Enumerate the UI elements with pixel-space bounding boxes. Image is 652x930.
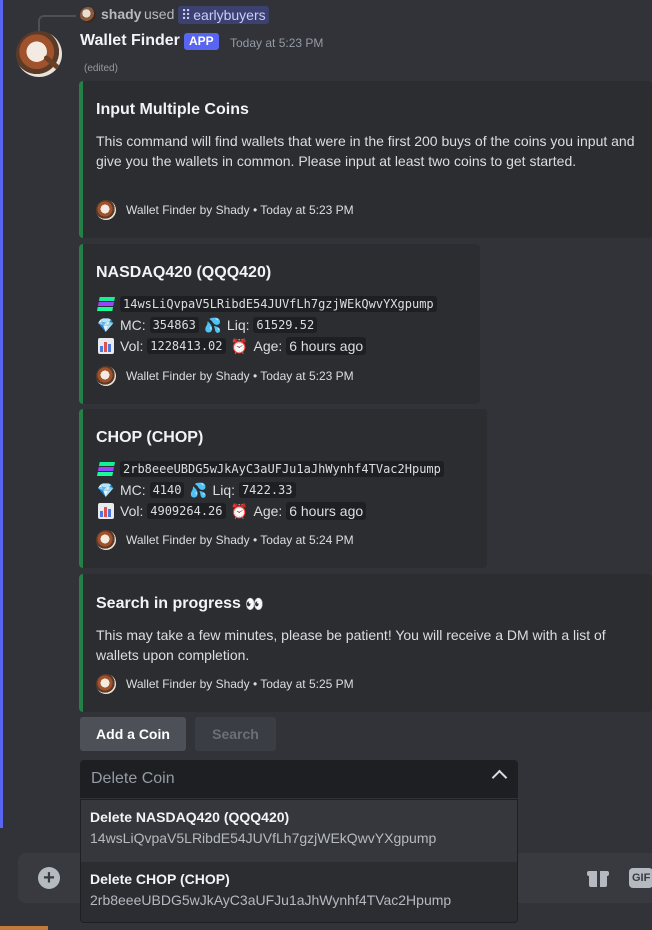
embed-intro: Input Multiple Coins This command will f… bbox=[79, 81, 652, 238]
age-value: 6 hours ago bbox=[286, 337, 367, 355]
gem-icon: 💎 bbox=[97, 316, 115, 333]
mc-value: 354863 bbox=[149, 317, 199, 333]
embed-footer: Wallet Finder by Shady • Today at 5:23 P… bbox=[96, 366, 354, 386]
embed-coin-chop: CHOP (CHOP) 2rb8eeeUBDG5wJkAyC3aUFJu1aJh… bbox=[79, 409, 487, 568]
mc-label: MC: bbox=[120, 482, 146, 498]
reply-command-label: earlybuyers bbox=[193, 7, 266, 23]
embed-footer: Wallet Finder by Shady • Today at 5:25 P… bbox=[96, 674, 354, 694]
footer-avatar-icon bbox=[96, 530, 116, 550]
bar-chart-icon bbox=[96, 337, 116, 355]
reply-connector bbox=[38, 15, 76, 31]
footer-text: Wallet Finder by Shady • Today at 5:25 P… bbox=[126, 677, 354, 691]
edited-label: (edited) bbox=[84, 63, 118, 74]
vol-age-row: Vol: 1228413.02 ⏰ Age: 6 hours ago bbox=[96, 336, 367, 356]
age-value: 6 hours ago bbox=[286, 502, 367, 520]
gem-icon: 💎 bbox=[97, 481, 115, 498]
age-label: Age: bbox=[253, 503, 283, 519]
option-description: 2rb8eeeUBDG5wJkAyC3aUFJu1aJhWynhf4TVac2H… bbox=[90, 892, 452, 908]
gif-icon[interactable]: GIF bbox=[629, 868, 652, 888]
liq-value: 7422.33 bbox=[238, 482, 296, 498]
coin-address: 14wsLiQvpaV5LRibdE54JUVfLh7gzjWEkQwvYXgp… bbox=[120, 296, 437, 312]
select-menu: Delete NASDAQ420 (QQQ420) 14wsLiQvpaV5LR… bbox=[80, 799, 518, 923]
highlight-bar bbox=[0, 0, 3, 828]
vol-value: 4909264.26 bbox=[147, 503, 226, 519]
command-icon: ⠿ bbox=[181, 7, 192, 23]
bot-avatar[interactable] bbox=[16, 31, 62, 77]
vol-label: Vol: bbox=[120, 338, 144, 354]
mc-liq-row: 💎 MC: 354863 💦 Liq: 61529.52 bbox=[96, 315, 318, 335]
embed-footer: Wallet Finder by Shady • Today at 5:23 P… bbox=[96, 200, 354, 220]
footer-text: Wallet Finder by Shady • Today at 5:23 P… bbox=[126, 203, 354, 217]
embed-title: NASDAQ420 (QQQ420) bbox=[96, 264, 272, 281]
liq-label: Liq: bbox=[212, 482, 236, 498]
droplets-icon: 💦 bbox=[189, 481, 208, 498]
search-button[interactable]: Search bbox=[195, 717, 276, 751]
footer-avatar-icon bbox=[96, 200, 116, 220]
mc-label: MC: bbox=[120, 317, 146, 333]
solana-icon bbox=[96, 460, 116, 478]
select-placeholder: Delete Coin bbox=[91, 770, 175, 787]
option-description: 14wsLiQvpaV5LRibdE54JUVfLh7gzjWEkQwvYXgp… bbox=[90, 830, 437, 846]
embed-footer: Wallet Finder by Shady • Today at 5:24 P… bbox=[96, 530, 354, 550]
alarm-clock-icon: ⏰ bbox=[230, 502, 249, 519]
embed-description: This command will find wallets that were… bbox=[96, 133, 635, 169]
droplets-icon: 💦 bbox=[204, 316, 222, 333]
reply-command[interactable]: ⠿ earlybuyers bbox=[178, 6, 269, 24]
footer-avatar-icon bbox=[96, 674, 116, 694]
bottom-accent-bar bbox=[0, 926, 48, 930]
footer-text: Wallet Finder by Shady • Today at 5:23 P… bbox=[126, 369, 354, 383]
address-row: 2rb8eeeUBDG5wJkAyC3aUFJu1aJhWynhf4TVac2H… bbox=[96, 459, 444, 479]
embed-coin-nasdaq420: NASDAQ420 (QQQ420) 14wsLiQvpaV5LRibdE54J… bbox=[79, 244, 480, 404]
age-label: Age: bbox=[253, 338, 283, 354]
gift-icon[interactable] bbox=[587, 866, 609, 888]
footer-avatar-icon bbox=[96, 366, 116, 386]
option-label: Delete NASDAQ420 (QQQ420) bbox=[90, 809, 290, 825]
address-row: 14wsLiQvpaV5LRibdE54JUVfLh7gzjWEkQwvYXgp… bbox=[96, 294, 437, 314]
embed-title: Input Multiple Coins bbox=[96, 101, 249, 118]
embed-search-progress: Search in progress 👀 This may take a few… bbox=[79, 574, 652, 712]
solana-icon bbox=[96, 295, 116, 313]
select-option[interactable]: Delete CHOP (CHOP) 2rb8eeeUBDG5wJkAyC3aU… bbox=[81, 862, 517, 924]
mc-liq-row: 💎 MC: 4140 💦 Liq: 7422.33 bbox=[96, 480, 296, 500]
reply-used-text: used bbox=[144, 6, 175, 22]
embed-title-text: Search in progress bbox=[96, 595, 241, 612]
embed-description: This may take a few minutes, please be p… bbox=[96, 627, 606, 663]
reply-username[interactable]: shady bbox=[101, 6, 141, 22]
embed-title: Search in progress 👀 bbox=[96, 595, 264, 613]
reply-avatar[interactable] bbox=[80, 7, 96, 23]
eyes-emoji: 👀 bbox=[244, 596, 264, 613]
vol-age-row: Vol: 4909264.26 ⏰ Age: 6 hours ago bbox=[96, 501, 367, 521]
liq-label: Liq: bbox=[226, 317, 250, 333]
coin-address: 2rb8eeeUBDG5wJkAyC3aUFJu1aJhWynhf4TVac2H… bbox=[120, 461, 444, 477]
vol-label: Vol: bbox=[120, 503, 144, 519]
select-option[interactable]: Delete NASDAQ420 (QQQ420) 14wsLiQvpaV5LR… bbox=[81, 800, 517, 862]
alarm-clock-icon: ⏰ bbox=[230, 337, 249, 354]
bar-chart-icon bbox=[96, 502, 116, 520]
message-author[interactable]: Wallet Finder bbox=[80, 32, 180, 50]
embed-title: CHOP (CHOP) bbox=[96, 429, 204, 446]
chevron-up-icon[interactable] bbox=[491, 769, 508, 786]
add-coin-button[interactable]: Add a Coin bbox=[80, 717, 186, 751]
message-timestamp[interactable]: Today at 5:23 PM bbox=[230, 36, 323, 50]
option-label: Delete CHOP (CHOP) bbox=[90, 871, 230, 887]
mc-value: 4140 bbox=[149, 482, 185, 498]
delete-coin-select[interactable]: Delete Coin bbox=[80, 760, 518, 798]
vol-value: 1228413.02 bbox=[147, 338, 226, 354]
liq-value: 61529.52 bbox=[253, 317, 318, 333]
plus-icon[interactable]: + bbox=[38, 867, 60, 889]
footer-text: Wallet Finder by Shady • Today at 5:24 P… bbox=[126, 533, 354, 547]
app-tag: APP bbox=[184, 33, 219, 50]
